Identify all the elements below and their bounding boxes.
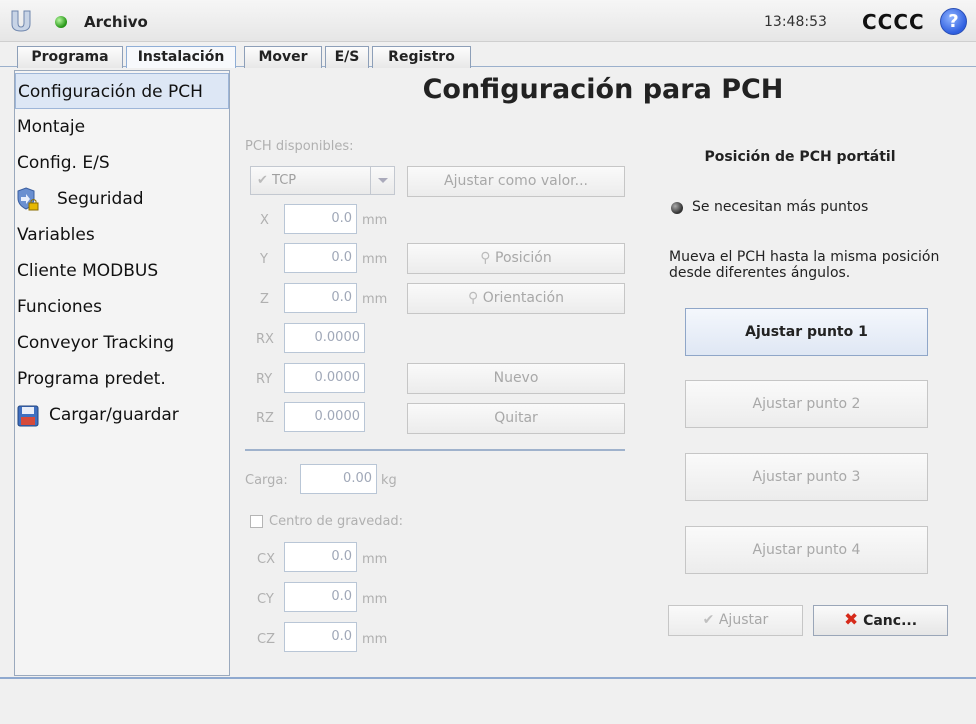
sidebar-item-seguridad-label: Seguridad bbox=[57, 189, 144, 209]
z-unit: mm bbox=[362, 292, 388, 307]
file-menu[interactable]: Archivo bbox=[84, 13, 148, 31]
sidebar-item-load-save[interactable]: Cargar/guardar bbox=[15, 397, 229, 433]
installation-sidebar: Configuración de PCH Montaje Config. E/S… bbox=[14, 70, 230, 676]
robot-status-icon bbox=[55, 16, 67, 28]
section-divider bbox=[245, 449, 625, 451]
x-unit: mm bbox=[362, 213, 388, 228]
x-field[interactable]: 0.0 bbox=[284, 204, 357, 234]
sidebar-item-modbus[interactable]: Cliente MODBUS bbox=[15, 253, 229, 289]
sidebar-item-default-program[interactable]: Programa predet. bbox=[15, 361, 229, 397]
cy-label: CY bbox=[257, 592, 274, 607]
sidebar-item-funciones[interactable]: Funciones bbox=[15, 289, 229, 325]
set-point-3-button[interactable]: Ajustar punto 3 bbox=[685, 453, 928, 501]
position-button[interactable]: ⚲ Posición bbox=[407, 243, 625, 274]
check-icon: ✔ bbox=[702, 612, 715, 628]
sidebar-item-montaje[interactable]: Montaje bbox=[15, 109, 229, 145]
rz-label: RZ bbox=[256, 411, 274, 426]
tab-programa[interactable]: Programa bbox=[17, 46, 123, 68]
wizard-instruction: Mueva el PCH hasta la misma posición des… bbox=[669, 249, 940, 281]
floppy-disk-icon bbox=[17, 405, 39, 427]
cz-field[interactable]: 0.0 bbox=[284, 622, 357, 652]
x-label: X bbox=[260, 213, 269, 228]
set-point-4-button[interactable]: Ajustar punto 4 bbox=[685, 526, 928, 574]
orientation-button-label: Orientación bbox=[482, 290, 564, 306]
rz-field[interactable]: 0.0000 bbox=[284, 402, 365, 432]
tcp-select[interactable]: ✔ TCP bbox=[250, 166, 395, 195]
wrench-icon: ⚲ bbox=[468, 290, 479, 306]
tcp-select-value: TCP bbox=[272, 173, 297, 188]
robot-name: CCCC bbox=[862, 10, 925, 34]
apply-button-label: Ajustar bbox=[718, 612, 769, 628]
y-unit: mm bbox=[362, 252, 388, 267]
status-indicator-icon bbox=[671, 202, 683, 214]
cancel-button-label: Canc... bbox=[863, 613, 918, 629]
tab-es[interactable]: E/S bbox=[325, 46, 369, 68]
cx-label: CX bbox=[257, 552, 275, 567]
set-point-1-button[interactable]: Ajustar punto 1 bbox=[685, 308, 928, 356]
help-button[interactable]: ? bbox=[940, 8, 967, 35]
tab-registro[interactable]: Registro bbox=[372, 46, 471, 68]
footer-divider bbox=[0, 677, 976, 679]
wizard-title: Posición de PCH portátil bbox=[704, 149, 896, 165]
close-icon: ✖ bbox=[843, 610, 859, 630]
sidebar-item-seguridad[interactable]: Seguridad bbox=[15, 181, 229, 217]
set-point-2-button[interactable]: Ajustar punto 2 bbox=[685, 380, 928, 428]
sidebar-item-config-es[interactable]: Config. E/S bbox=[15, 145, 229, 181]
position-button-label: Posición bbox=[495, 250, 552, 266]
clock: 13:48:53 bbox=[764, 14, 827, 30]
ry-field[interactable]: 0.0000 bbox=[284, 363, 365, 393]
wrench-icon: ⚲ bbox=[480, 250, 491, 266]
payload-field[interactable]: 0.00 bbox=[300, 464, 377, 494]
check-icon: ✔ bbox=[257, 173, 268, 188]
cy-field[interactable]: 0.0 bbox=[284, 582, 357, 612]
sidebar-item-load-save-label: Cargar/guardar bbox=[49, 405, 179, 425]
available-tcp-label: PCH disponibles: bbox=[245, 139, 354, 154]
z-field[interactable]: 0.0 bbox=[284, 283, 357, 313]
center-of-gravity-checkbox[interactable] bbox=[250, 515, 263, 528]
set-default-button[interactable]: Ajustar como valor... bbox=[407, 166, 625, 197]
cz-label: CZ bbox=[257, 632, 275, 647]
cx-unit: mm bbox=[362, 552, 388, 567]
main-tab-bar: Programa Instalación Mover E/S Registro bbox=[0, 44, 976, 68]
apply-button[interactable]: ✔ Ajustar bbox=[668, 605, 803, 636]
cancel-button[interactable]: ✖ Canc... bbox=[813, 605, 948, 636]
top-bar: Archivo 13:48:53 CCCC ? bbox=[0, 0, 976, 42]
y-label: Y bbox=[260, 252, 268, 267]
sidebar-item-conveyor-tracking[interactable]: Conveyor Tracking bbox=[15, 325, 229, 361]
y-field[interactable]: 0.0 bbox=[284, 243, 357, 273]
page-title: Configuración para PCH bbox=[422, 74, 784, 105]
sidebar-item-tcp-config[interactable]: Configuración de PCH bbox=[15, 73, 229, 109]
chevron-down-icon bbox=[370, 167, 394, 194]
rx-field[interactable]: 0.0000 bbox=[284, 323, 365, 353]
remove-tcp-button[interactable]: Quitar bbox=[407, 403, 625, 434]
tab-instalacion[interactable]: Instalación bbox=[126, 46, 236, 68]
center-of-gravity-label: Centro de gravedad: bbox=[269, 514, 404, 529]
universal-robots-logo-icon bbox=[11, 10, 31, 32]
new-tcp-button[interactable]: Nuevo bbox=[407, 363, 625, 394]
payload-label: Carga: bbox=[245, 473, 288, 488]
orientation-button[interactable]: ⚲ Orientación bbox=[407, 283, 625, 314]
z-label: Z bbox=[260, 292, 269, 307]
cy-unit: mm bbox=[362, 592, 388, 607]
cx-field[interactable]: 0.0 bbox=[284, 542, 357, 572]
ry-label: RY bbox=[256, 372, 273, 387]
cz-unit: mm bbox=[362, 632, 388, 647]
shield-lock-icon bbox=[17, 187, 39, 211]
sidebar-item-variables[interactable]: Variables bbox=[15, 217, 229, 253]
payload-unit: kg bbox=[381, 473, 397, 488]
tab-mover[interactable]: Mover bbox=[244, 46, 322, 68]
rx-label: RX bbox=[256, 332, 274, 347]
wizard-status: Se necesitan más puntos bbox=[692, 199, 869, 215]
